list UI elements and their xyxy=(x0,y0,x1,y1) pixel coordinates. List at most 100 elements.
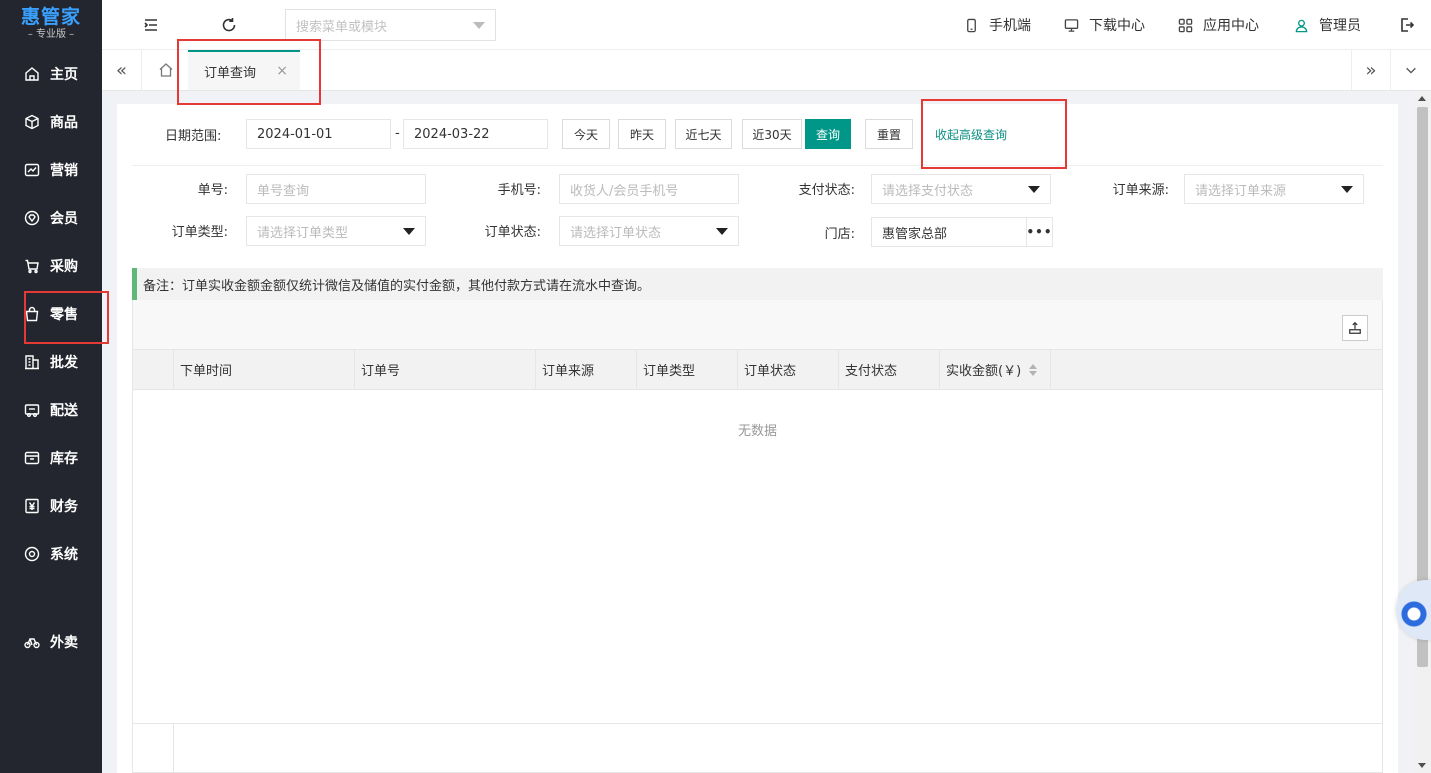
tab-scroll-left-button[interactable]: « xyxy=(102,50,142,90)
user-menu[interactable]: 管理员 xyxy=(1294,0,1361,50)
sidebar-item-takeout[interactable]: 外卖 xyxy=(0,618,102,666)
sidebar-item-delivery[interactable]: 配送 xyxy=(0,386,102,434)
order-status-placeholder: 请选择订单状态 xyxy=(570,225,662,241)
column-order-type[interactable]: 订单类型 xyxy=(637,350,738,389)
empty-state: 无数据 xyxy=(737,424,777,439)
brand-logo: 惠管家 – 专业版 – xyxy=(0,0,102,48)
column-amount[interactable]: 实收金额(￥) xyxy=(940,350,1051,389)
tab-order-query[interactable]: 订单查询 × xyxy=(188,50,300,90)
app-center-label: 应用中心 xyxy=(1203,18,1259,34)
date-end-input[interactable]: 2024-03-22 xyxy=(403,119,548,149)
table-header: 下单时间 订单号 订单来源 订单类型 订单状态 支付状态 实收金额(￥) xyxy=(133,350,1382,390)
reset-button[interactable]: 重置 xyxy=(865,119,913,149)
chevron-down-icon xyxy=(1028,186,1040,193)
monitor-icon xyxy=(1064,18,1079,32)
sidebar-item-label: 会员 xyxy=(50,211,78,227)
app-center-link[interactable]: 应用中心 xyxy=(1178,0,1259,50)
top-header: 搜索菜单或模块 手机端 下载中心 应用中心 管理员 xyxy=(102,0,1431,50)
export-button[interactable] xyxy=(1342,315,1368,341)
archive-icon xyxy=(24,450,40,466)
pay-status-placeholder: 请选择支付状态 xyxy=(882,183,974,199)
tab-scroll-right-button[interactable]: » xyxy=(1351,50,1391,90)
order-table: 下单时间 订单号 订单来源 订单类型 订单状态 支付状态 实收金额(￥) 无数据 xyxy=(132,300,1383,773)
chevron-down-icon xyxy=(403,228,415,235)
sidebar-item-label: 采购 xyxy=(50,259,78,275)
sidebar: 惠管家 – 专业版 – 主页 商品 营销 会员 采购 零售 批发 配送 库存 财… xyxy=(0,0,102,773)
last-7-days-button[interactable]: 近七天 xyxy=(675,119,732,149)
home-icon xyxy=(24,66,40,82)
pay-status-label: 支付状态: xyxy=(798,183,855,198)
menu-collapse-icon[interactable] xyxy=(141,15,161,35)
sidebar-item-finance[interactable]: 财务 xyxy=(0,482,102,530)
table-footer-divider xyxy=(133,723,1382,724)
cart-icon xyxy=(24,258,40,274)
column-order-no[interactable]: 订单号 xyxy=(355,350,536,389)
today-button[interactable]: 今天 xyxy=(562,119,610,149)
scroll-up-arrow[interactable] xyxy=(1418,96,1426,101)
collapse-advanced-query-link[interactable]: 收起高级查询 xyxy=(935,126,1007,143)
scroll-down-arrow[interactable] xyxy=(1418,763,1426,768)
order-source-select[interactable]: 请选择订单来源 xyxy=(1184,174,1364,204)
store-picker-button[interactable]: ••• xyxy=(1026,218,1052,246)
chevron-down-icon xyxy=(1406,67,1416,74)
sidebar-item-retail[interactable]: 零售 xyxy=(0,290,102,338)
page-scrollbar[interactable] xyxy=(1414,91,1431,773)
column-pay-status[interactable]: 支付状态 xyxy=(839,350,940,389)
order-no-input[interactable]: 单号查询 xyxy=(246,174,426,204)
sidebar-item-goods[interactable]: 商品 xyxy=(0,98,102,146)
sidebar-item-system[interactable]: 系统 xyxy=(0,530,102,578)
logout-icon[interactable] xyxy=(1397,15,1417,35)
order-status-label: 订单状态: xyxy=(484,225,541,240)
date-range-label: 日期范围: xyxy=(165,129,222,144)
query-button[interactable]: 查询 xyxy=(805,119,851,149)
sidebar-item-member[interactable]: 会员 xyxy=(0,194,102,242)
pay-status-select[interactable]: 请选择支付状态 xyxy=(871,174,1051,204)
last-30-days-button[interactable]: 近30天 xyxy=(742,119,802,149)
column-order-source[interactable]: 订单来源 xyxy=(536,350,637,389)
order-type-select[interactable]: 请选择订单类型 xyxy=(246,216,426,246)
order-no-label: 单号: xyxy=(197,183,228,198)
sidebar-item-label: 外卖 xyxy=(50,635,78,651)
tab-bar: « 订单查询 × » xyxy=(102,50,1431,91)
sidebar-item-home[interactable]: 主页 xyxy=(0,50,102,98)
diamond-icon xyxy=(24,210,40,226)
filter-divider xyxy=(132,165,1383,166)
download-center-label: 下载中心 xyxy=(1089,18,1145,34)
order-type-placeholder: 请选择订单类型 xyxy=(257,225,349,241)
column-order-status[interactable]: 订单状态 xyxy=(738,350,839,389)
settings-icon xyxy=(24,546,40,562)
sidebar-item-marketing[interactable]: 营销 xyxy=(0,146,102,194)
close-icon[interactable]: × xyxy=(276,63,288,79)
sidebar-item-wholesale[interactable]: 批发 xyxy=(0,338,102,386)
mobile-link[interactable]: 手机端 xyxy=(964,0,1031,50)
sort-icon[interactable] xyxy=(1029,363,1038,376)
sidebar-item-label: 主页 xyxy=(50,67,78,83)
order-type-label: 订单类型: xyxy=(171,225,228,240)
chart-icon xyxy=(24,162,40,178)
phone-input[interactable]: 收货人/会员手机号 xyxy=(559,174,739,204)
building-icon xyxy=(24,354,40,370)
home-tab-icon[interactable] xyxy=(146,50,186,90)
date-start-input[interactable]: 2024-01-01 xyxy=(246,119,391,149)
download-center-link[interactable]: 下载中心 xyxy=(1064,0,1145,50)
tab-menu-dropdown[interactable] xyxy=(1391,50,1431,90)
column-order-time[interactable]: 下单时间 xyxy=(174,350,355,389)
order-status-select[interactable]: 请选择订单状态 xyxy=(559,216,739,246)
tab-label: 订单查询 xyxy=(204,65,257,81)
assistant-bot-icon[interactable] xyxy=(1396,580,1431,640)
remark-note: 备注：订单实收金额金额仅统计微信及储值的实付金额，其他付款方式请在流水中查询。 xyxy=(132,268,1383,300)
sidebar-item-label: 系统 xyxy=(50,547,78,563)
refresh-icon[interactable] xyxy=(219,15,239,35)
sidebar-item-label: 批发 xyxy=(50,355,78,371)
sidebar-item-inventory[interactable]: 库存 xyxy=(0,434,102,482)
brand-name: 惠管家 xyxy=(20,6,81,28)
table-toolbar xyxy=(133,300,1382,350)
yesterday-button[interactable]: 昨天 xyxy=(618,119,666,149)
box-icon xyxy=(24,114,40,130)
bike-icon xyxy=(24,634,40,650)
sidebar-item-purchase[interactable]: 采购 xyxy=(0,242,102,290)
export-icon xyxy=(1349,321,1361,334)
column-amount-label: 实收金额(￥) xyxy=(946,364,1022,379)
store-field[interactable]: 惠管家总部 ••• xyxy=(871,217,1053,247)
menu-search-select[interactable]: 搜索菜单或模块 xyxy=(285,9,496,41)
